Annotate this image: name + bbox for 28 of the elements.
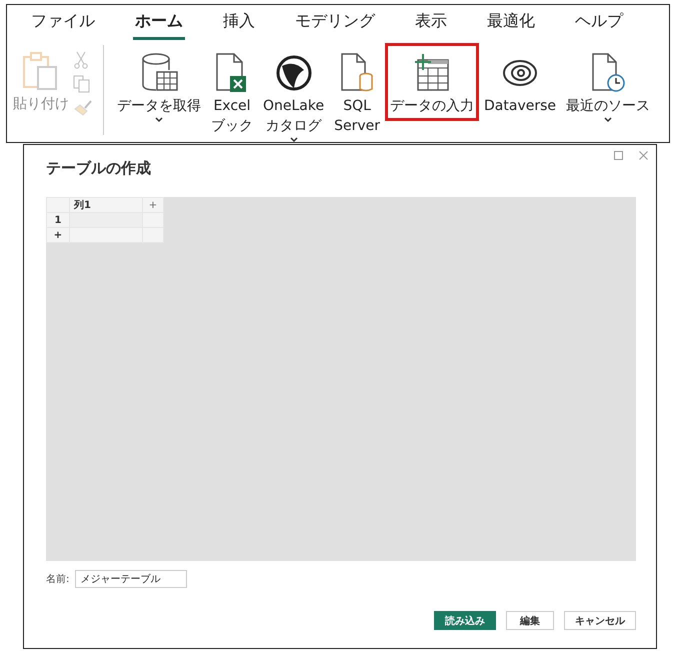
ribbon-tab[interactable]: 表示 [413,6,449,40]
add-row-button[interactable]: + [46,228,70,242]
dialog-button[interactable]: 読み込み [434,611,496,630]
maximize-icon[interactable] [614,151,623,160]
ribbon-tab[interactable]: 最適化 [485,6,537,40]
dialog-title: テーブルの作成 [46,159,151,179]
close-icon[interactable] [639,151,648,160]
add-column-button[interactable]: + [142,198,164,212]
ribbon-button[interactable]: SQL Server [329,43,386,141]
ribbon-tab[interactable]: 挿入 [221,6,257,40]
column-header[interactable]: 列1 [70,198,142,212]
sql-file-icon [339,52,376,94]
ribbon-tab[interactable]: ヘルプ [573,6,625,40]
dialog-button[interactable]: キャンセル [564,611,636,630]
ribbon-button[interactable]: 最近のソース [561,43,656,128]
ribbon-tab[interactable]: モデリング [293,6,377,40]
ribbon-button[interactable]: データを取得 [112,43,206,128]
name-field[interactable]: メジャーテーブル [75,570,188,588]
dialog-button[interactable]: 編集 [506,611,554,630]
ribbon-tab[interactable]: ホーム [133,6,185,40]
ribbon-button[interactable]: Dataverse [479,43,562,121]
ribbon-button[interactable]: データの入力 [385,43,480,121]
clipboard-icon [22,51,60,91]
row-number: 1 [46,212,70,228]
ribbon-button[interactable]: Excel ブック [206,43,258,141]
name-label: 名前: [46,573,70,586]
ribbon-tab[interactable]: ファイル [29,6,97,40]
file-clock-icon [590,52,626,94]
